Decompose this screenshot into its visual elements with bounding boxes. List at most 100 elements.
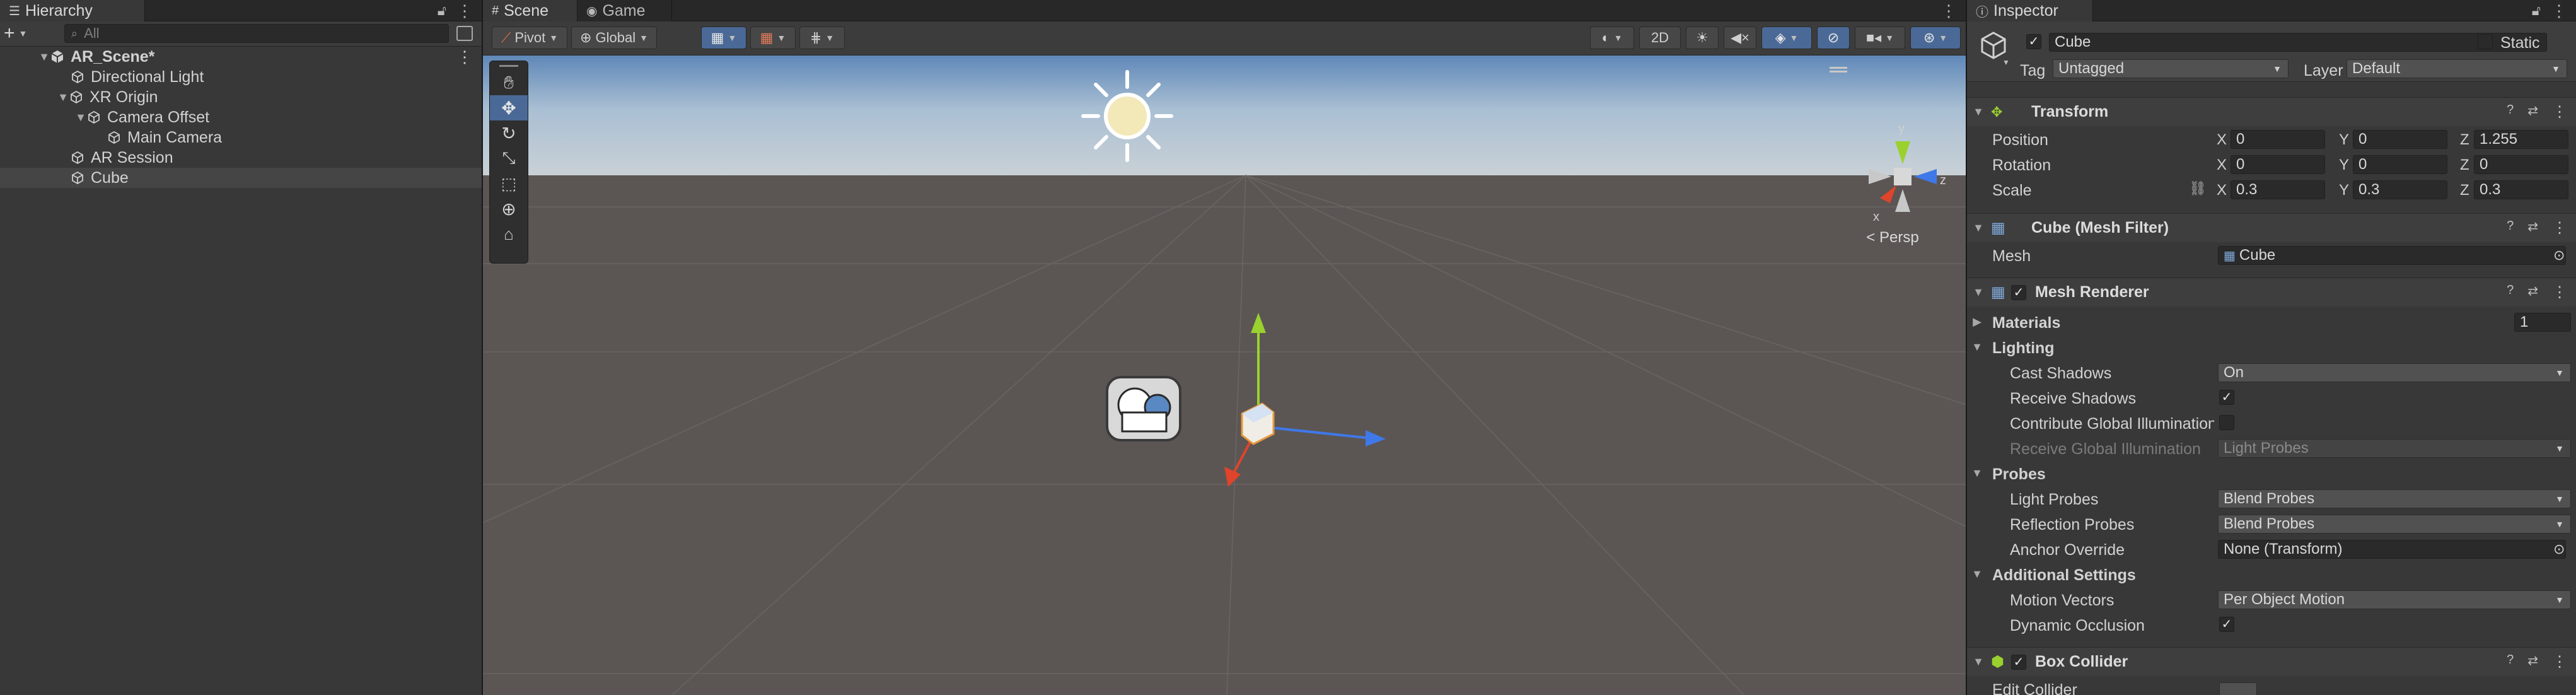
object-name-field[interactable]: Cube xyxy=(2049,33,2547,52)
motion-vectors-dropdown[interactable]: Per Object Motion ▼ xyxy=(2218,590,2571,609)
pivot-dropdown[interactable]: ⟋ Pivot ▼ xyxy=(492,26,567,49)
move-tool-button[interactable]: ✥ xyxy=(490,95,528,120)
scene-canvas[interactable]: y z x < Persp xyxy=(483,55,1966,695)
rect-tool-button[interactable]: ⬚ xyxy=(490,171,528,196)
transform-header[interactable]: ▼ ✥ Transform ? ⇄ ⋮ xyxy=(1967,97,2576,126)
materials-label[interactable]: Materials xyxy=(1992,314,2060,332)
anchor-override-field[interactable]: None (Transform) xyxy=(2218,540,2566,559)
rotation-x-field[interactable]: 0 xyxy=(2231,155,2325,174)
lighting-label[interactable]: Lighting xyxy=(1992,339,2055,358)
more-options-icon[interactable]: ⋮ xyxy=(2552,219,2567,237)
camera-gizmo[interactable] xyxy=(1106,376,1181,441)
inspector-tab[interactable]: ⓘ Inspector xyxy=(1967,0,2093,21)
more-options-icon[interactable]: ⋮ xyxy=(456,47,473,67)
help-icon[interactable]: ? xyxy=(2507,219,2514,237)
chevron-down-icon[interactable]: ▼ xyxy=(2002,58,2010,67)
gizmos-button[interactable]: ⊛ ▼ xyxy=(1910,26,1961,49)
tree-item-camera-offset[interactable]: ▼ Camera Offset xyxy=(0,107,482,127)
position-x-field[interactable]: 0 xyxy=(2231,130,2325,149)
preset-icon[interactable]: ⇄ xyxy=(2527,103,2538,121)
cast-shadows-dropdown[interactable]: On ▼ xyxy=(2218,363,2571,382)
lock-icon[interactable]: 🔓︎ xyxy=(2532,3,2541,19)
tag-dropdown[interactable]: Untagged ▼ xyxy=(2053,59,2289,78)
more-options-icon[interactable]: ⋮ xyxy=(2552,103,2567,121)
rotation-y-field[interactable]: 0 xyxy=(2353,155,2447,174)
tree-item-directional-light[interactable]: Directional Light xyxy=(0,67,482,87)
scale-tool-button[interactable]: ⤡ xyxy=(490,146,528,171)
draw-mode-button[interactable]: ◐ ▼ xyxy=(1590,26,1634,49)
camera-settings-button[interactable]: ■◂ ▼ xyxy=(1855,26,1905,49)
object-picker-icon[interactable]: ⊙ xyxy=(2553,541,2565,558)
edit-collider-button[interactable] xyxy=(2219,682,2257,695)
hierarchy-tab[interactable]: ☰ Hierarchy xyxy=(0,0,145,21)
scale-z-label[interactable]: Z xyxy=(2460,182,2469,199)
increment-snapping-button[interactable]: ⋕ ▼ xyxy=(799,26,845,49)
position-y-field[interactable]: 0 xyxy=(2353,130,2447,149)
layer-dropdown[interactable]: Default ▼ xyxy=(2347,59,2567,78)
rotation-z-label[interactable]: Z xyxy=(2460,156,2469,174)
static-checkbox[interactable] xyxy=(2478,34,2493,49)
rotation-z-field[interactable]: 0 xyxy=(2474,155,2568,174)
projection-label[interactable]: < Persp xyxy=(1866,229,1918,246)
more-options-icon[interactable]: ⋮ xyxy=(2552,653,2567,671)
expand-arrow-icon[interactable]: ▶ xyxy=(1971,315,1983,329)
preset-icon[interactable]: ⇄ xyxy=(2527,219,2538,237)
receive-shadows-checkbox[interactable]: ✓ xyxy=(2219,390,2234,405)
tree-item-xr-origin[interactable]: ▼ XR Origin xyxy=(0,87,482,107)
tab-game[interactable]: ◉ Game xyxy=(577,0,672,21)
scale-y-field[interactable]: 0.3 xyxy=(2353,180,2447,199)
scale-x-field[interactable]: 0.3 xyxy=(2231,180,2325,199)
effects-button[interactable]: ◈ ▼ xyxy=(1761,26,1812,49)
overlay-drag-handle-line[interactable] xyxy=(1830,71,1847,73)
tree-item-ar-session[interactable]: AR Session xyxy=(0,148,482,168)
hierarchy-search-input[interactable]: ⌕ All xyxy=(64,24,449,43)
hand-tool-button[interactable]: ✋︎ xyxy=(490,70,528,95)
expand-arrow-icon[interactable]: ▼ xyxy=(1971,568,1983,581)
mesh-filter-header[interactable]: ▼ ▦ Cube (Mesh Filter) ? ⇄ ⋮ xyxy=(1967,213,2576,242)
contribute-gi-checkbox[interactable] xyxy=(2219,415,2234,430)
custom-tool-button[interactable]: ⌂ xyxy=(490,221,528,247)
expand-arrow-icon[interactable]: ▼ xyxy=(1971,341,1983,354)
expand-arrow-icon[interactable]: ▼ xyxy=(57,91,69,104)
box-collider-enabled-checkbox[interactable]: ✓ xyxy=(2011,654,2026,670)
mesh-renderer-enabled-checkbox[interactable]: ✓ xyxy=(2011,284,2026,300)
additional-settings-label[interactable]: Additional Settings xyxy=(1992,566,2136,585)
scene-visibility-button[interactable]: ⊘ xyxy=(1817,26,1850,49)
expand-arrow-icon[interactable]: ▼ xyxy=(1972,105,1985,119)
search-filter-icon[interactable] xyxy=(456,26,473,41)
dynamic-occlusion-checkbox[interactable]: ✓ xyxy=(2219,617,2234,632)
transform-tool-button[interactable]: ⊕ xyxy=(490,196,528,221)
help-icon[interactable]: ? xyxy=(2507,283,2514,301)
tab-scene[interactable]: # Scene xyxy=(483,0,577,21)
preset-icon[interactable]: ⇄ xyxy=(2527,653,2538,671)
scale-x-label[interactable]: X xyxy=(2217,182,2227,199)
tools-overlay-handle[interactable] xyxy=(490,61,528,70)
expand-arrow-icon[interactable]: ▼ xyxy=(74,111,87,124)
expand-arrow-icon[interactable]: ▼ xyxy=(1972,655,1985,669)
position-z-field[interactable]: 1.255 xyxy=(2474,130,2568,149)
global-dropdown[interactable]: ⊕ Global ▼ xyxy=(571,26,657,49)
tree-item-cube[interactable]: Cube xyxy=(0,168,482,188)
more-options-icon[interactable]: ⋮ xyxy=(2552,283,2567,301)
position-z-label[interactable]: Z xyxy=(2460,131,2469,149)
object-picker-icon[interactable]: ⊙ xyxy=(2553,247,2565,264)
overlay-drag-handle[interactable] xyxy=(1830,67,1847,69)
expand-arrow-icon[interactable]: ▼ xyxy=(1971,467,1983,480)
help-icon[interactable]: ? xyxy=(2507,103,2514,121)
position-x-label[interactable]: X xyxy=(2217,131,2227,149)
more-options-icon[interactable]: ⋮ xyxy=(2551,1,2567,21)
rotate-tool-button[interactable]: ↻ xyxy=(490,120,528,146)
2d-mode-button[interactable]: 2D xyxy=(1639,26,1681,49)
scale-z-field[interactable]: 0.3 xyxy=(2474,180,2568,199)
gameobject-cube-icon[interactable] xyxy=(1978,30,2009,61)
grid-visibility-button[interactable]: ▦ ▼ xyxy=(701,26,746,49)
directional-light-gizmo[interactable] xyxy=(1081,70,1173,162)
lighting-toggle[interactable]: ☀ xyxy=(1686,26,1719,49)
reflection-probes-dropdown[interactable]: Blend Probes ▼ xyxy=(2218,515,2571,534)
rotation-x-label[interactable]: X xyxy=(2217,156,2227,174)
tree-item-main-camera[interactable]: Main Camera xyxy=(0,127,482,148)
more-options-icon[interactable]: ⋮ xyxy=(1941,1,1957,21)
grid-snapping-button[interactable]: ▦ ▼ xyxy=(750,26,796,49)
probes-label[interactable]: Probes xyxy=(1992,465,2046,484)
add-button[interactable]: + ▼ xyxy=(4,23,27,44)
